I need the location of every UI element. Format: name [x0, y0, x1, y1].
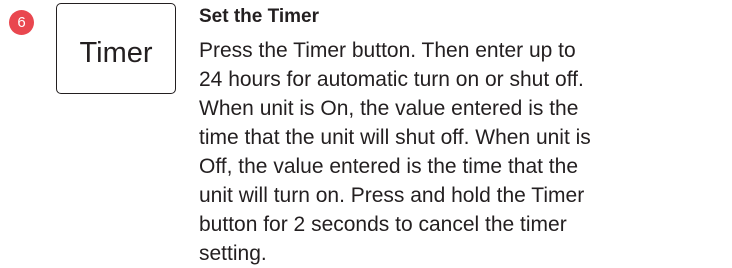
section-title: Set the Timer — [199, 6, 320, 27]
step-number-badge: 6 — [9, 10, 34, 35]
section-body: Press the Timer button. Then enter up to… — [199, 39, 591, 265]
instruction-section: Set the Timer Press the Timer button. Th… — [199, 5, 727, 268]
timer-button-label: Timer — [79, 37, 153, 69]
timer-button-illustration: Timer — [56, 3, 176, 94]
